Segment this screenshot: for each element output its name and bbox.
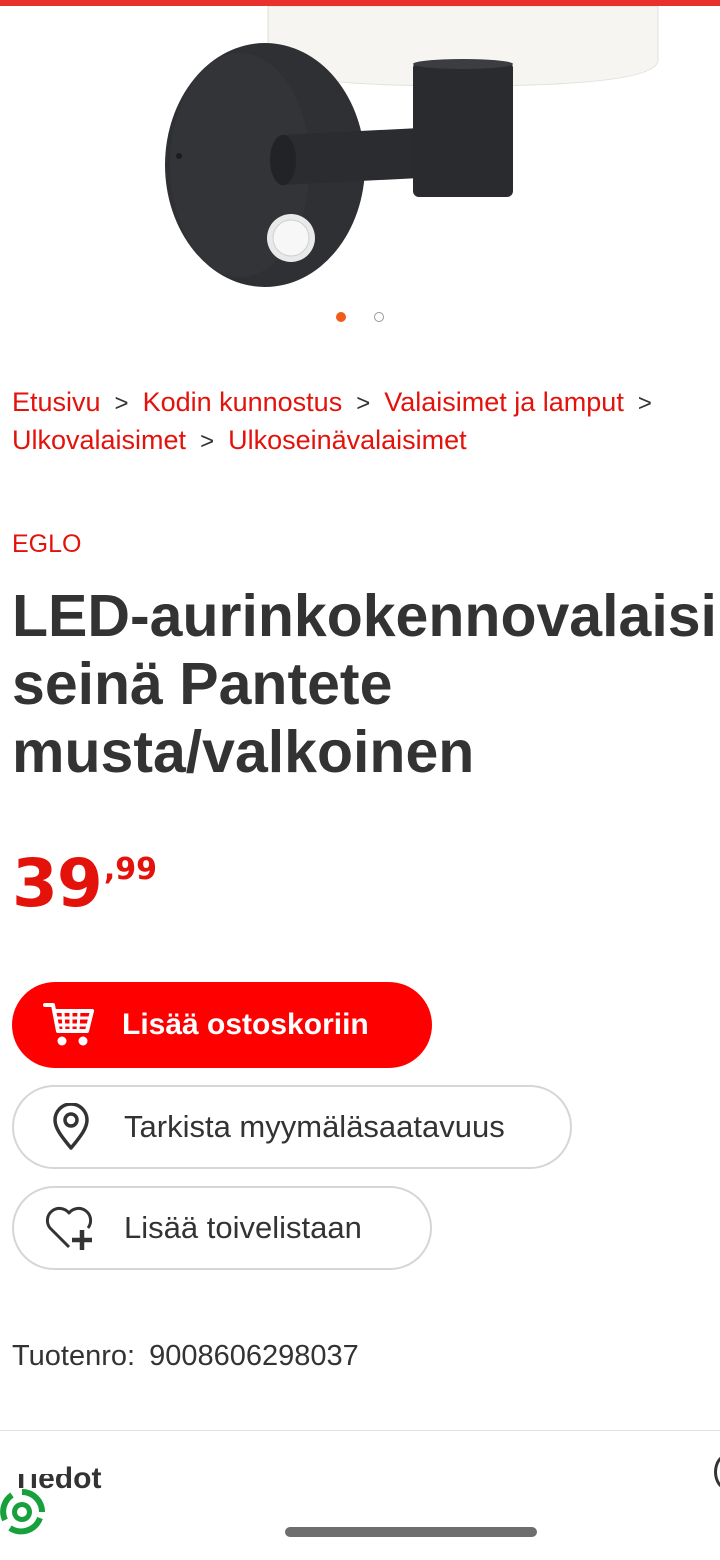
breadcrumb-link-home[interactable]: Etusivu (12, 387, 101, 417)
expand-icon[interactable] (714, 1454, 720, 1490)
pagination-dot[interactable] (374, 312, 384, 322)
product-brand[interactable]: EGLO (12, 530, 81, 559)
image-pagination (0, 312, 720, 326)
price-main: 39 (12, 845, 103, 922)
home-indicator[interactable] (285, 1527, 537, 1537)
product-number-value: 9008606298037 (149, 1340, 359, 1372)
product-number-label: Tuotenro: (12, 1340, 136, 1372)
product-number: Tuotenro: 9008606298037 (12, 1340, 359, 1373)
breadcrumb-link-lighting[interactable]: Valaisimet ja lamput (384, 387, 624, 417)
chevron-right-icon: > (637, 390, 652, 417)
add-to-cart-button[interactable]: Lisää ostoskoriin (12, 982, 432, 1068)
product-title: LED-aurinkokennovalaisin seinä Pantete mus… (12, 583, 720, 785)
add-to-wishlist-label: Lisää toivelistaan (124, 1210, 362, 1245)
chevron-right-icon: > (356, 390, 371, 417)
breadcrumb-link-home-improvement[interactable]: Kodin kunnostus (143, 387, 343, 417)
shopping-cart-icon (42, 998, 96, 1052)
breadcrumb: Etusivu > Kodin kunnostus > Valaisimet ja la… (12, 384, 720, 460)
breadcrumb-link-outdoor-wall-lights[interactable]: Ulkoseinävalaisimet (228, 425, 467, 455)
location-pin-icon (44, 1100, 98, 1154)
product-image[interactable] (0, 6, 720, 296)
price-cents: ,99 (103, 852, 158, 887)
section-divider (0, 1430, 720, 1431)
add-to-cart-label: Lisää ostoskoriin (122, 1008, 369, 1041)
eco-recycle-icon[interactable] (0, 1482, 56, 1542)
heart-plus-icon (44, 1201, 98, 1255)
add-to-wishlist-button[interactable]: Lisää toivelistaan (12, 1186, 432, 1270)
details-header-overlap (10, 1452, 66, 1474)
pagination-dot-active[interactable] (336, 312, 346, 322)
breadcrumb-link-outdoor-lights[interactable]: Ulkovalaisimet (12, 425, 186, 455)
check-store-availability-button[interactable]: Tarkista myymäläsaatavuus (12, 1085, 572, 1169)
chevron-right-icon: > (114, 390, 129, 417)
check-store-availability-label: Tarkista myymäläsaatavuus (124, 1109, 505, 1144)
chevron-right-icon: > (200, 428, 215, 455)
product-price: 39 ,99 (12, 848, 157, 920)
